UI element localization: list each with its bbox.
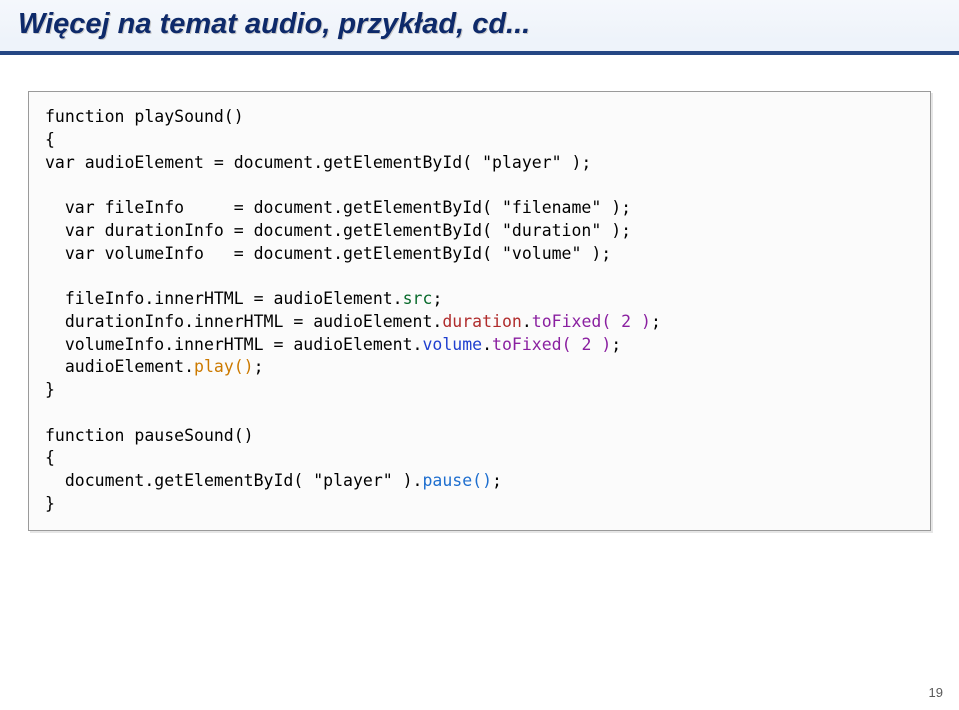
code-token: ; xyxy=(611,335,621,354)
slide: Więcej na temat audio, przykład, cd... W… xyxy=(0,0,959,710)
code-token-volume: volume xyxy=(423,335,483,354)
code-line: var audioElement = document.getElementBy… xyxy=(45,153,591,172)
code-token: ; xyxy=(651,312,661,331)
slide-header: Więcej na temat audio, przykład, cd... W… xyxy=(0,0,959,55)
code-line: document.getElementById( "player" ). xyxy=(45,471,423,490)
code-line: audioElement. xyxy=(45,357,194,376)
code-line: { xyxy=(45,130,55,149)
code-token-tofixed: toFixed( 2 ) xyxy=(492,335,611,354)
slide-title: Więcej na temat audio, przykład, cd... W… xyxy=(18,8,530,41)
code-line: } xyxy=(45,494,55,513)
code-token-tofixed: toFixed( 2 ) xyxy=(532,312,651,331)
code-token: ; xyxy=(492,471,502,490)
code-block: function playSound() { var audioElement … xyxy=(28,91,931,531)
code-line: { xyxy=(45,448,55,467)
code-line: durationInfo.innerHTML = audioElement. xyxy=(45,312,442,331)
code-token: . xyxy=(522,312,532,331)
code-line: function pauseSound() xyxy=(45,426,254,445)
code-token: ; xyxy=(254,357,264,376)
code-line: var fileInfo = document.getElementById( … xyxy=(45,198,631,217)
code-token: . xyxy=(482,335,492,354)
code-line: var durationInfo = document.getElementBy… xyxy=(45,221,631,240)
title-text: Więcej na temat audio, przykład, cd... xyxy=(18,8,530,40)
page-number: 19 xyxy=(929,685,943,700)
code-token-src: src xyxy=(403,289,433,308)
code-line: var volumeInfo = document.getElementById… xyxy=(45,244,611,263)
code-token: ; xyxy=(432,289,442,308)
code-line: function playSound() xyxy=(45,107,244,126)
code-token-play: play() xyxy=(194,357,254,376)
code-token-duration: duration xyxy=(442,312,521,331)
code-token-pause: pause() xyxy=(423,471,493,490)
code-line: volumeInfo.innerHTML = audioElement. xyxy=(45,335,423,354)
code-line: } xyxy=(45,380,55,399)
code-line: fileInfo.innerHTML = audioElement. xyxy=(45,289,403,308)
